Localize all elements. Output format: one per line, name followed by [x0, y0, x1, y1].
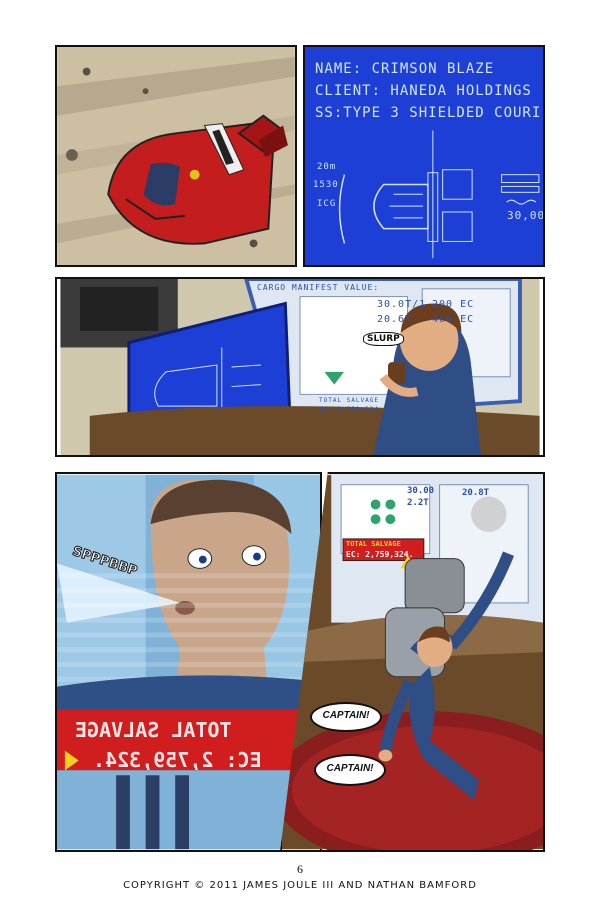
screen-readout-b: 2.2T — [407, 498, 429, 508]
manifest-header: CARGO MANIFEST VALUE: — [257, 283, 380, 292]
manifest-col-a: 200 EC — [432, 299, 475, 310]
speech-bubble-captain-2: CAPTAIN! — [314, 754, 386, 786]
mirrored-total-value: EC: 2,759,324. — [93, 748, 262, 772]
mirrored-total-label: TOTAL SALVAGE — [75, 718, 232, 742]
dossier-right-value: 30,00 — [507, 209, 545, 222]
screen-readout-a: 30.00 — [407, 486, 435, 496]
manifest-total-value: EC: 2,759,324 — [319, 406, 379, 413]
panel-coffee-console: CARGO MANIFEST VALUE: 30.0T/1 20.6T 200 … — [55, 277, 545, 457]
captain-leap-illustration — [282, 474, 543, 850]
screen-readout-c: 20.8T — [462, 488, 490, 498]
manifest-total-label: TOTAL SALVAGE — [319, 397, 379, 404]
spit-take-illustration — [57, 474, 320, 850]
wrecked-ship-illustration — [57, 47, 295, 265]
manifest-row1: 30.0T/1 — [377, 299, 427, 310]
sfx-slurp: SLURP — [363, 332, 404, 346]
total-salvage-label: TOTAL SALVAGE — [346, 540, 401, 548]
page-number: 6 — [297, 862, 303, 876]
panel-wrecked-ship — [55, 45, 297, 267]
copyright-line: COPYRIGHT © 2011 JAMES JOULE III AND NAT… — [123, 880, 477, 891]
manifest-col-b: 400 EC — [432, 314, 475, 325]
scale-label-20m: 20m — [317, 162, 337, 172]
total-salvage-value: EC: 2,759,324. — [346, 550, 414, 559]
panel-spit-take: SPPPBBP TOTAL SALVAGE EC: 2,759,324. — [55, 472, 322, 852]
manifest-row2: 20.6T — [377, 314, 413, 325]
scale-label-1530: 1530 — [313, 180, 339, 190]
panel-ship-dossier: NAME: CRIMSON BLAZE CLIENT: HANEDA HOLDI… — [303, 45, 545, 267]
speech-bubble-captain-1: CAPTAIN! — [310, 702, 382, 732]
ship-schematic — [338, 130, 540, 259]
scale-label-icg: ICG — [317, 199, 337, 209]
